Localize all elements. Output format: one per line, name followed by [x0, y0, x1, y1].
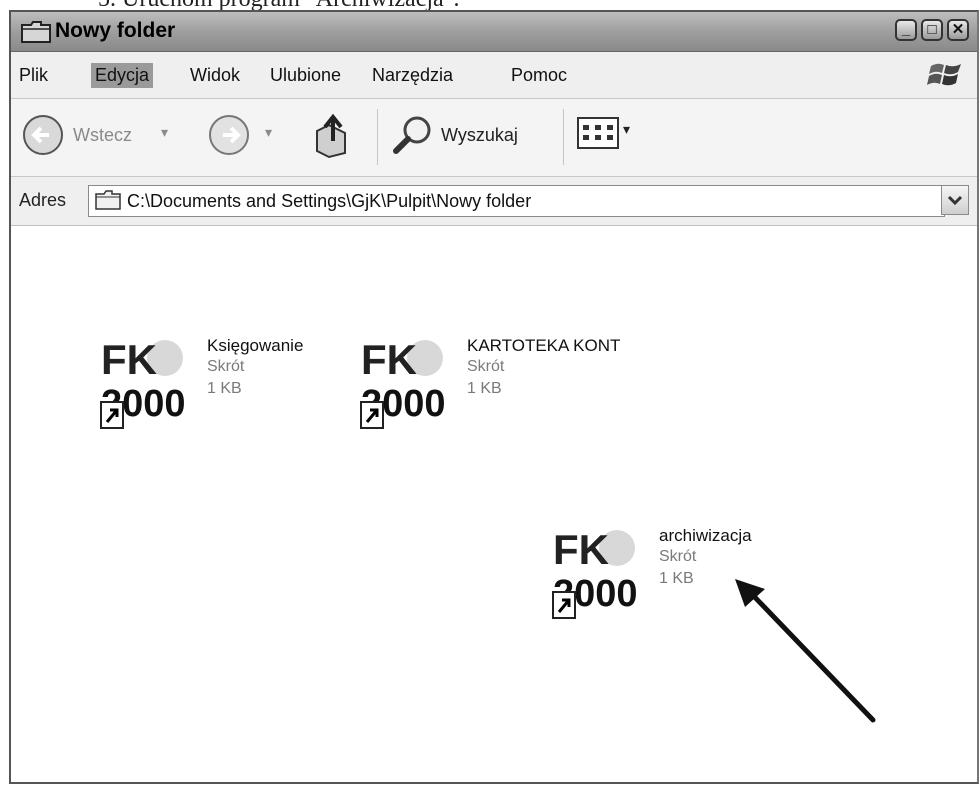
back-arrow-icon — [23, 115, 63, 155]
chevron-down-icon — [947, 195, 963, 206]
fk2000-shortcut-icon: FK 2000 — [552, 526, 638, 619]
address-field[interactable]: C:\Documents and Settings\GjK\Pulpit\Now… — [88, 185, 945, 217]
views-icon — [577, 117, 619, 149]
file-item[interactable]: FK 2000 Księgowanie Skrót 1 KB — [99, 336, 339, 436]
menu-favorites[interactable]: Ulubione — [266, 63, 345, 88]
file-name: KARTOTEKA KONT — [467, 336, 621, 355]
up-folder-icon — [316, 113, 346, 159]
folder-icon — [95, 190, 121, 210]
window-title: Nowy folder — [55, 19, 176, 42]
file-size: 1 KB — [659, 570, 694, 587]
back-button[interactable]: Wstecz ▾ — [21, 113, 173, 163]
file-item[interactable]: FK 2000 KARTOTEKA KONT Skrót 1 KB — [359, 336, 659, 436]
views-button[interactable]: ▾ — [577, 117, 647, 157]
forward-button[interactable]: ▾ — [207, 113, 287, 163]
search-button[interactable]: Wyszukaj — [391, 113, 559, 163]
maximize-icon: □ — [927, 21, 937, 38]
back-label: Wstecz — [73, 125, 133, 145]
up-folder-button[interactable] — [311, 111, 359, 161]
menu-bar: Plik Edycja Widok Ulubione Narzędzia Pom… — [11, 52, 977, 99]
forward-dropdown-icon[interactable]: ▾ — [265, 124, 272, 141]
fk2000-shortcut-icon: FK 2000 — [100, 336, 186, 429]
close-button[interactable]: ✕ — [947, 19, 969, 41]
menu-tools[interactable]: Narzędzia — [368, 63, 457, 88]
views-dropdown-icon[interactable]: ▾ — [623, 121, 630, 138]
maximize-button[interactable]: □ — [921, 19, 943, 41]
search-label: Wyszukaj — [441, 125, 518, 145]
explorer-window: Nowy folder _ □ ✕ Plik Edycja Widok Ulub… — [9, 10, 979, 784]
menu-help[interactable]: Pomoc — [507, 63, 571, 88]
address-bar: Adres C:\Documents and Settings\GjK\Pulp… — [11, 177, 977, 226]
menu-view[interactable]: Widok — [186, 63, 244, 88]
pointer-arrow-icon — [735, 579, 876, 723]
file-type: Skrót — [467, 358, 505, 375]
back-dropdown-icon[interactable]: ▾ — [161, 124, 168, 141]
icon-text-top: FK — [361, 336, 417, 383]
folder-icon — [21, 21, 51, 48]
title-bar[interactable]: Nowy folder _ □ ✕ — [11, 12, 977, 52]
file-name: Księgowanie — [207, 336, 304, 355]
file-type: Skrót — [659, 548, 697, 565]
menu-file[interactable]: Plik — [15, 63, 52, 88]
toolbar-separator — [377, 109, 378, 165]
forward-arrow-icon — [209, 115, 249, 155]
file-name: archiwizacja — [659, 526, 752, 545]
minimize-button[interactable]: _ — [895, 19, 917, 41]
toolbar: Wstecz ▾ ▾ Wyszukaj ▾ — [11, 99, 977, 177]
toolbar-separator — [563, 109, 564, 165]
icon-text-top: FK — [101, 336, 157, 383]
icon-text-top: FK — [553, 526, 609, 573]
address-label: Adres — [19, 190, 67, 210]
menu-edit[interactable]: Edycja — [91, 63, 154, 88]
magnifier-icon — [393, 116, 431, 154]
address-dropdown-button[interactable] — [941, 185, 969, 215]
windows-logo-icon — [927, 63, 961, 86]
instruction-caption: 5. Uruchom program "Archiwizacja". — [98, 0, 459, 12]
file-size: 1 KB — [467, 380, 502, 397]
file-size: 1 KB — [207, 380, 242, 397]
minimize-icon: _ — [901, 21, 911, 38]
fk2000-shortcut-icon: FK 2000 — [360, 336, 446, 429]
file-type: Skrót — [207, 358, 245, 375]
close-icon: ✕ — [951, 21, 965, 38]
address-path: C:\Documents and Settings\GjK\Pulpit\Now… — [127, 191, 532, 211]
